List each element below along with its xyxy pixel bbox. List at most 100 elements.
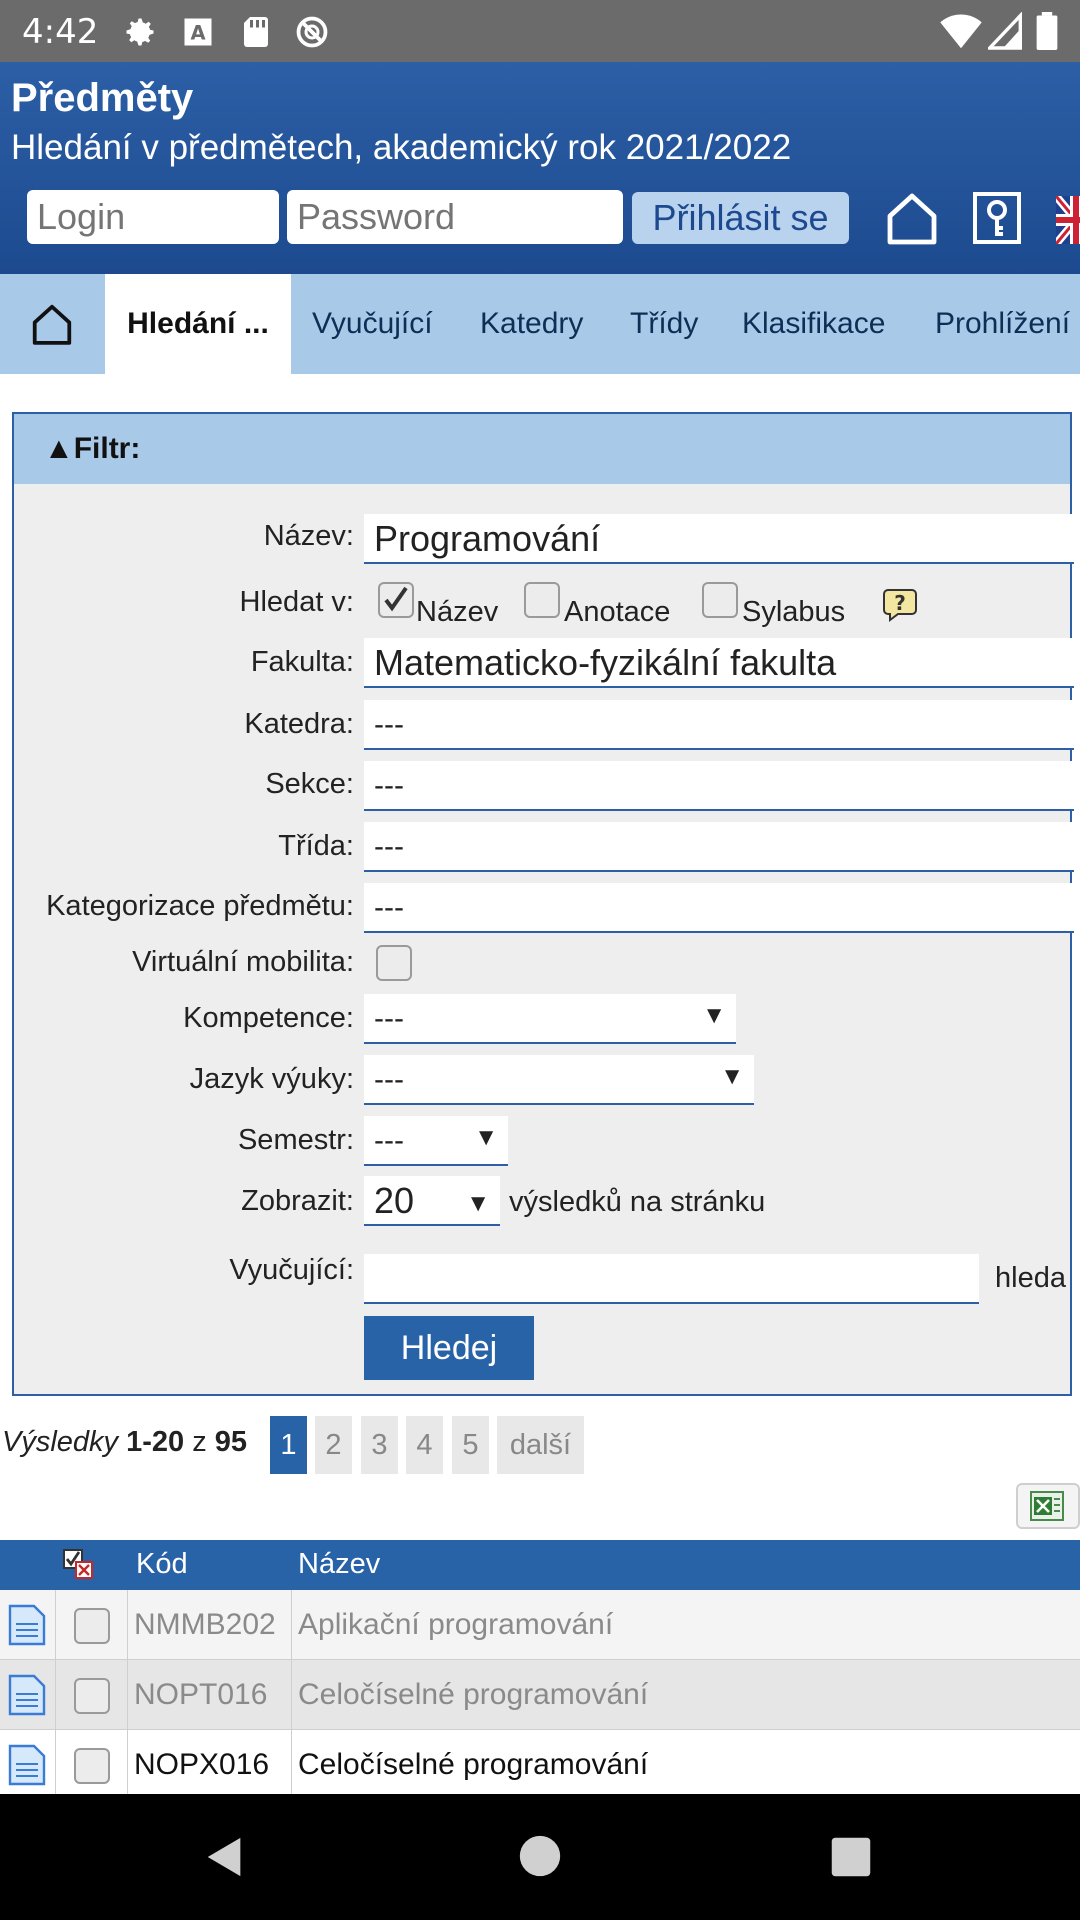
- row-kod: NOPX016: [128, 1730, 292, 1800]
- kompetence-select[interactable]: --- ▼: [364, 994, 736, 1044]
- login-input[interactable]: [27, 190, 279, 244]
- virtualni-checkbox[interactable]: [376, 945, 412, 981]
- results-of: z: [192, 1426, 207, 1458]
- gear-icon: [126, 18, 154, 46]
- results-total: 95: [214, 1426, 248, 1458]
- home-icon[interactable]: [884, 190, 940, 246]
- semestr-label: Semestr:: [237, 1124, 354, 1156]
- document-icon[interactable]: [8, 1744, 46, 1786]
- virtualni-label: Virtuální mobilita:: [132, 946, 354, 978]
- wifi-icon: [940, 14, 982, 49]
- next-page-button[interactable]: další: [497, 1416, 584, 1474]
- login-button[interactable]: Přihlásit se: [632, 192, 849, 244]
- svg-text:A: A: [190, 22, 205, 45]
- hledat-sylabus-checkbox[interactable]: [702, 582, 738, 618]
- dropdown-arrow-icon: ▼: [474, 1124, 498, 1151]
- kategorizace-label: Kategorizace předmětu:: [46, 890, 354, 922]
- row-kod: NMMB202: [128, 1590, 292, 1660]
- zobrazit-value: 20: [374, 1180, 415, 1221]
- row-checkbox[interactable]: [74, 1748, 110, 1784]
- system-nav-bar: [0, 1794, 1080, 1920]
- select-all-icon[interactable]: [62, 1548, 94, 1580]
- page-subtitle: Hledání v předmětech, akademický rok 202…: [11, 128, 792, 167]
- page-title: Předměty: [11, 76, 194, 120]
- dropdown-arrow-icon: ▼: [720, 1063, 744, 1090]
- row-nazev[interactable]: Celočíselné programování: [292, 1730, 1080, 1800]
- katedra-label: Katedra:: [244, 708, 354, 740]
- hledat-anotace-checkbox[interactable]: [524, 582, 560, 618]
- results-range: 1-20: [126, 1426, 185, 1458]
- filter-toggle[interactable]: ▲Filtr:: [14, 414, 1070, 484]
- key-icon[interactable]: [972, 190, 1022, 246]
- row-nazev[interactable]: Celočíselné programování: [292, 1660, 1080, 1730]
- dropdown-arrow-icon: ▼: [466, 1190, 490, 1217]
- help-icon[interactable]: ?: [880, 586, 920, 622]
- hledat-nazev-checkbox[interactable]: [378, 582, 414, 618]
- nazev-input[interactable]: Programování: [364, 514, 1074, 564]
- tab-katedry[interactable]: Katedry: [480, 274, 583, 374]
- table-row[interactable]: NOPX016 Celočíselné programování: [0, 1730, 1080, 1800]
- page-1-button[interactable]: 1: [270, 1416, 307, 1474]
- font-icon: A: [184, 18, 212, 46]
- jazyk-label: Jazyk výuky:: [189, 1063, 354, 1095]
- column-header-kod[interactable]: Kód: [136, 1548, 188, 1581]
- zobrazit-suffix: výsledků na stránku: [509, 1186, 766, 1218]
- semestr-select[interactable]: --- ▼: [364, 1116, 508, 1166]
- fakulta-label: Fakulta:: [250, 646, 354, 678]
- hledat-v-label: Hledat v:: [239, 586, 354, 618]
- trida-select[interactable]: ---: [364, 822, 1074, 872]
- home-circle-icon[interactable]: [518, 1834, 562, 1878]
- zobrazit-select[interactable]: 20 ▼: [364, 1176, 500, 1226]
- english-flag-icon[interactable]: [1056, 196, 1080, 244]
- fakulta-select[interactable]: Matematicko-fyzikální fakulta: [364, 638, 1074, 688]
- vyucujici-input[interactable]: [364, 1254, 979, 1304]
- back-icon[interactable]: [202, 1834, 248, 1880]
- signal-icon: [988, 12, 1022, 50]
- search-button[interactable]: Hledej: [364, 1316, 534, 1380]
- tab-vyucujici[interactable]: Vyučující: [312, 274, 433, 374]
- row-checkbox[interactable]: [74, 1608, 110, 1644]
- hledat-nazev-label: Název: [416, 596, 499, 628]
- battery-icon: [1036, 12, 1058, 50]
- table-row[interactable]: NOPT016 Celočíselné programování: [0, 1660, 1080, 1730]
- main-nav: Hledání ... Vyučující Katedry Třídy Klas…: [0, 274, 1080, 374]
- jazyk-select[interactable]: --- ▼: [364, 1055, 754, 1105]
- document-icon[interactable]: [8, 1674, 46, 1716]
- semestr-value: ---: [374, 1124, 404, 1157]
- recents-icon[interactable]: [830, 1836, 872, 1878]
- table-row[interactable]: NMMB202 Aplikační programování: [0, 1590, 1080, 1660]
- filter-panel: ▲Filtr: Název: Programování Hledat v: Ná…: [12, 412, 1074, 1396]
- sekce-label: Sekce:: [265, 768, 354, 800]
- results-prefix: Výsledky: [2, 1426, 119, 1458]
- row-nazev[interactable]: Aplikační programování: [292, 1590, 1080, 1660]
- page-3-button[interactable]: 3: [361, 1416, 398, 1474]
- sd-card-icon: [244, 17, 268, 47]
- svg-text:?: ?: [894, 591, 906, 615]
- excel-export-button[interactable]: [1016, 1483, 1080, 1529]
- document-icon[interactable]: [8, 1604, 46, 1646]
- vyucujici-suffix: hleda: [995, 1262, 1066, 1294]
- clock: 4:42: [22, 12, 99, 52]
- tab-klasifikace[interactable]: Klasifikace: [742, 274, 885, 374]
- status-bar: 4:42 A: [0, 0, 1080, 62]
- home-icon: [32, 304, 72, 345]
- page-2-button[interactable]: 2: [315, 1416, 352, 1474]
- tab-prohlizeni[interactable]: Prohlížení: [935, 274, 1070, 374]
- sekce-select[interactable]: ---: [364, 761, 1074, 811]
- nav-home[interactable]: [0, 274, 105, 374]
- kategorizace-select[interactable]: ---: [364, 883, 1074, 933]
- pagination: Výsledky 1-20 z 95 1 2 3 4 5 další: [0, 1416, 1080, 1474]
- tab-hledani[interactable]: Hledání ...: [105, 274, 291, 374]
- vyucujici-label: Vyučující:: [229, 1254, 354, 1286]
- row-kod: NOPT016: [128, 1660, 292, 1730]
- row-checkbox[interactable]: [74, 1678, 110, 1714]
- nazev-label: Název:: [263, 520, 354, 552]
- column-header-nazev[interactable]: Název: [298, 1548, 380, 1581]
- page-5-button[interactable]: 5: [452, 1416, 489, 1474]
- katedra-select[interactable]: ---: [364, 700, 1074, 750]
- page-4-button[interactable]: 4: [406, 1416, 443, 1474]
- password-input[interactable]: [287, 190, 623, 244]
- tab-tridy[interactable]: Třídy: [630, 274, 698, 374]
- dropdown-arrow-icon: ▼: [702, 1002, 726, 1029]
- hledat-sylabus-label: Sylabus: [742, 596, 846, 628]
